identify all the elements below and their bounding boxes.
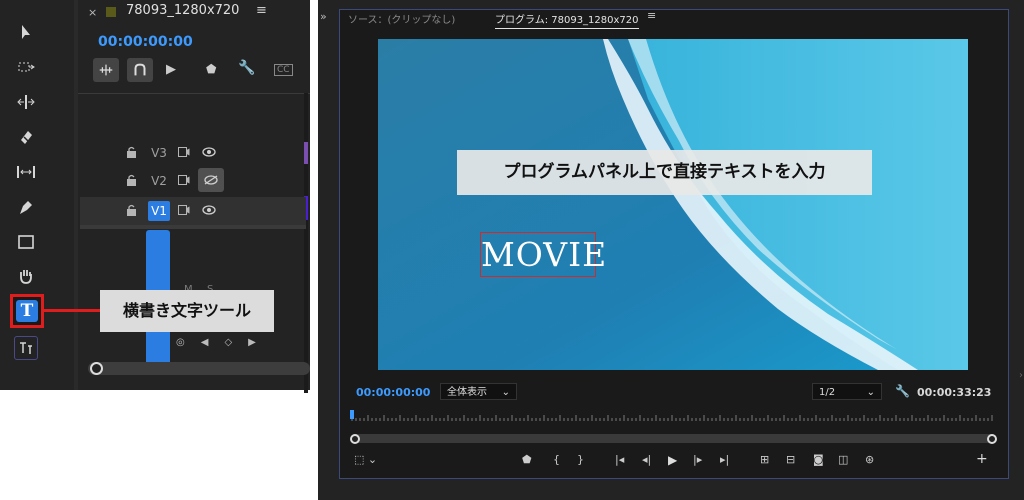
go-to-out-icon[interactable]: ▸| [720,453,729,466]
playhead-timecode[interactable]: 00:00:00:00 [356,386,430,399]
rectangle-tool-icon[interactable] [12,230,40,254]
track-name[interactable]: V2 [148,171,170,191]
fit-value: 全体表示 [447,387,487,398]
eye-icon[interactable] [202,147,216,157]
extract-icon[interactable]: ⊟ [786,453,795,466]
scrollbar-handle[interactable] [90,362,103,375]
razor-tool-icon[interactable] [12,125,40,149]
zoom-scrollbar[interactable] [352,434,996,443]
panel-scroll-indicator[interactable]: › [1019,370,1023,381]
panel-expand-icon[interactable]: » [320,10,327,23]
comparison-view-icon[interactable]: ◫ [838,453,848,466]
prev-keyframe-icon[interactable]: ◀ [201,337,209,351]
lock-icon[interactable] [126,204,137,216]
vr-video-icon[interactable]: ⊛ [865,453,874,466]
title-text-box[interactable]: MOVIE [480,232,606,277]
eye-off-icon [204,175,218,185]
mark-out-icon[interactable]: } [577,453,584,466]
chevron-down-icon: ⌄ [501,387,510,398]
settings-wrench-icon[interactable]: 🔧 [895,384,910,398]
track-row-v2[interactable]: V2 [80,167,306,195]
close-tab-icon[interactable]: × [88,6,97,19]
snap-button[interactable] [93,58,119,82]
track-name[interactable]: V3 [148,143,170,163]
mark-in-icon[interactable]: { [553,453,560,466]
timeline-timecode[interactable]: 00:00:00:00 [98,34,193,50]
time-ruler[interactable] [350,408,998,424]
timeline-zoom-scrollbar[interactable] [88,362,310,375]
track-row-v3[interactable]: V3 [80,139,306,167]
ripple-edit-tool-icon[interactable] [12,90,40,114]
track-row-v1[interactable]: V1 [80,197,306,225]
next-keyframe-icon[interactable]: ▶ [248,337,256,351]
program-tab-menu-icon[interactable]: ≡ [647,9,656,22]
hand-tool-icon[interactable] [12,264,40,288]
add-keyframe-icon[interactable]: ◇ [224,337,232,351]
marker-icon[interactable]: ⬟ [206,62,216,76]
volume-knob-icon[interactable]: ◎ [176,337,185,351]
wrench-icon[interactable]: 🔧 [238,60,255,76]
vertical-type-tool-icon[interactable] [14,336,38,360]
resolution-value: 1/2 [819,387,836,398]
divider [78,93,310,94]
eye-icon[interactable] [202,205,216,215]
duration-timecode: 00:00:33:23 [917,386,992,399]
zoom-handle-left[interactable] [350,434,360,444]
playhead-marker [350,410,354,419]
sync-lock-icon[interactable] [178,175,190,185]
add-marker-icon[interactable]: ▶ [166,62,176,77]
keyframe-controls[interactable]: ◎ ◀ ◇ ▶ [176,337,276,351]
type-tool-button[interactable]: T [10,294,44,328]
button-editor-icon[interactable]: + [976,451,988,467]
chevron-down-icon: ⌄ [866,387,875,398]
resolution-dropdown[interactable]: 1/2 ⌄ [812,383,882,400]
go-to-in-icon[interactable]: |◂ [615,453,624,466]
track-name[interactable]: V1 [148,201,170,221]
captions-icon[interactable]: CC [274,64,293,76]
step-forward-icon[interactable]: |▸ [693,453,702,466]
program-video-frame[interactable] [378,39,968,370]
export-frame-icon[interactable]: ◙ [813,453,824,466]
step-back-icon[interactable]: ◂| [642,453,651,466]
sequence-tab-title[interactable]: 78093_1280x720 [126,3,239,18]
tab-program[interactable]: プログラム: 78093_1280x720 [495,11,639,29]
lift-icon[interactable]: ⊞ [760,453,769,466]
slip-tool-icon[interactable] [12,160,40,184]
track-divider [80,225,306,229]
tools-panel: T [0,0,74,390]
add-marker-icon[interactable]: ⬟ [522,453,532,466]
tab-menu-icon[interactable]: ≡ [256,3,267,18]
sync-lock-icon[interactable] [178,147,190,157]
safe-margins-icon[interactable]: ⬚ ⌄ [354,453,377,466]
pen-tool-icon[interactable] [12,195,40,219]
zoom-handle-right[interactable] [987,434,997,444]
lock-icon[interactable] [126,174,137,186]
ocean-image [378,39,968,370]
tab-source[interactable]: ソース：(クリップなし) [348,11,455,26]
sync-lock-icon[interactable] [178,205,190,215]
type-tool-icon: T [16,300,38,322]
hidden-eye-button[interactable] [198,168,224,192]
program-panel-callout: プログラムパネル上で直接テキストを入力 [457,150,872,195]
track-select-tool-icon[interactable] [12,55,40,79]
callout-line [44,309,100,312]
selection-tool-icon[interactable] [12,20,40,44]
type-tool-callout: 横書き文字ツール [100,290,274,332]
linked-selection-button[interactable] [127,58,153,82]
play-icon[interactable]: ▶ [668,453,677,467]
lock-icon[interactable] [126,146,137,158]
sequence-color-swatch [106,7,116,17]
timeline-track-edge [304,93,308,393]
fit-dropdown[interactable]: 全体表示 ⌄ [440,383,517,400]
